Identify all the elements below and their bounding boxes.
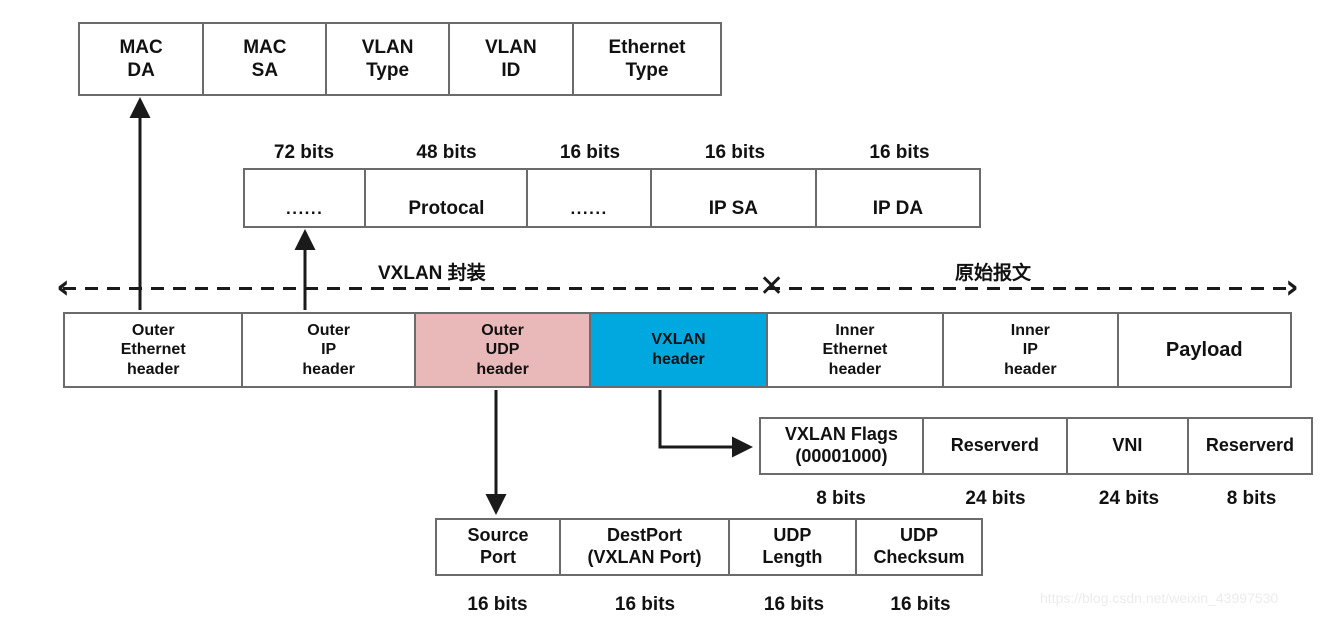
udp-checksum-line2: Checksum [873, 547, 965, 567]
vxlan-bits-label-4: 8 bits [1226, 488, 1277, 509]
ip-da-cell: IP DA [817, 170, 979, 226]
vlan-id-line1: VLAN [484, 36, 537, 58]
span-left-arrow-icon: ‹ [56, 267, 71, 307]
inner-ethernet-line2: Ethernet [822, 341, 888, 359]
udp-source-port-cell: Source Port [437, 520, 562, 574]
mac-sa-cell: MAC SA [204, 24, 328, 94]
vxlan-flags-cell: VXLAN Flags (00001000) [761, 419, 924, 473]
ip-field-1-cell: ...... [245, 170, 367, 226]
vlan-type-cell: VLAN Type [327, 24, 450, 94]
ethernet-type-cell: Ethernet Type [574, 24, 720, 94]
ip-header-row: ...... Protocal ...... IP SA IP DA [243, 168, 981, 228]
udp-length-line1: UDP [773, 525, 812, 546]
vlan-id-line2: ID [501, 60, 521, 81]
udp-dest-port-cell: DestPort (VXLAN Port) [561, 520, 730, 574]
packet-structure-row: Outer Ethernet header Outer IP header Ou… [63, 312, 1292, 388]
outer-ethernet-line2: Ethernet [120, 341, 186, 359]
outer-ip-line3: header [302, 360, 355, 378]
vxlan-flags-line1: VXLAN Flags [784, 424, 898, 445]
outer-udp-header-cell: Outer UDP header [415, 314, 592, 386]
mac-sa-line1: MAC [243, 36, 287, 58]
mac-sa-line2: SA [251, 60, 279, 81]
span-divider-x-icon: ✕ [759, 269, 785, 304]
ip-bits-label-3: 16 bits [559, 142, 621, 163]
mac-da-line2: DA [127, 60, 155, 81]
vxlan-reserved-1-cell: Reserverd [924, 419, 1068, 473]
udp-header-detail-row: Source Port DestPort (VXLAN Port) UDP Le… [435, 518, 983, 576]
outer-udp-line3: header [476, 360, 529, 378]
watermark-text: https://blog.csdn.net/weixin_43997530 [1040, 590, 1279, 606]
outer-ip-line2: IP [321, 341, 337, 359]
udp-checksum-cell: UDP Checksum [857, 520, 981, 574]
udp-dest-port-line2: (VXLAN Port) [587, 547, 702, 567]
span-right-arrow-icon: › [1285, 267, 1300, 307]
vlan-type-line2: Type [366, 60, 410, 81]
inner-ethernet-header-cell: Inner Ethernet header [767, 314, 945, 386]
ip-field-3-cell: ...... [528, 170, 652, 226]
vxlan-vni-cell: VNI [1068, 419, 1189, 473]
vxlan-bits-label-2: 24 bits [965, 488, 1026, 509]
mac-da-line1: MAC [119, 36, 163, 58]
vxlan-header-line1: VXLAN [651, 331, 706, 349]
payload-cell: Payload [1118, 314, 1290, 386]
udp-bits-label-2: 16 bits [614, 594, 676, 615]
mac-da-cell: MAC DA [80, 24, 205, 94]
inner-ethernet-line1: Inner [835, 321, 875, 339]
vxlan-bits-label-1: 8 bits [816, 488, 866, 509]
vlan-id-cell: VLAN ID [450, 24, 574, 94]
payload-label: Payload [1165, 338, 1243, 361]
udp-dest-port-line1: DestPort [606, 525, 682, 546]
udp-bits-label-4: 16 bits [890, 594, 951, 615]
inner-ip-line1: Inner [1010, 321, 1050, 339]
udp-length-cell: UDP Length [730, 520, 857, 574]
udp-bits-label-3: 16 bits [763, 594, 825, 615]
udp-bits-label-1: 16 bits [467, 594, 528, 615]
udp-source-port-line2: Port [480, 547, 517, 567]
ip-protocol-label: Protocal [408, 197, 485, 219]
inner-ethernet-line3: header [828, 360, 882, 378]
udp-checksum-line1: UDP [899, 525, 938, 546]
ip-bits-label-4: 16 bits [704, 142, 766, 163]
vxlan-reserved-2-label: Reserverd [1205, 435, 1294, 456]
ip-bits-label-5: 16 bits [869, 142, 930, 163]
outer-ethernet-line3: header [126, 360, 180, 378]
ethernet-type-line2: Type [625, 60, 669, 81]
ip-da-label: IP DA [872, 197, 924, 219]
outer-udp-line1: Outer [481, 321, 524, 339]
ip-bits-label-2: 48 bits [416, 142, 477, 163]
ip-sa-label: IP SA [708, 197, 758, 219]
outer-ethernet-line1: Outer [131, 321, 175, 339]
ip-protocol-cell: Protocal [366, 170, 529, 226]
span-dashed-line [63, 287, 1292, 290]
udp-source-port-line1: Source [467, 525, 529, 546]
original-packet-label: 原始报文 [955, 263, 1032, 284]
vxlan-bits-label-3: 24 bits [1098, 488, 1160, 509]
outer-ip-line1: Outer [307, 321, 350, 339]
vxlan-header-detail-row: VXLAN Flags (00001000) Reserverd VNI Res… [759, 417, 1313, 475]
udp-length-line2: Length [762, 547, 823, 567]
inner-ip-header-cell: Inner IP header [944, 314, 1119, 386]
outer-ethernet-header-cell: Outer Ethernet header [65, 314, 244, 386]
vxlan-flags-line2: (00001000) [795, 446, 888, 466]
vxlan-vni-label: VNI [1112, 435, 1143, 456]
ip-field-3-label: ...... [570, 199, 608, 219]
vxlan-packet-diagram: MAC DA MAC SA VLAN Type VLAN ID Ethernet… [0, 0, 1321, 622]
vxlan-header-line2: header [652, 351, 705, 368]
mac-header-row: MAC DA MAC SA VLAN Type VLAN ID Ethernet… [78, 22, 722, 96]
ip-field-1-label: ...... [286, 199, 324, 219]
outer-udp-line2: UDP [485, 341, 520, 359]
ip-sa-cell: IP SA [652, 170, 817, 226]
vxlan-reserved-2-cell: Reserverd [1189, 419, 1311, 473]
outer-ip-header-cell: Outer IP header [243, 314, 416, 386]
vxlan-header-cell: VXLAN header [591, 314, 768, 386]
inner-ip-line2: IP [1022, 341, 1038, 359]
vxlan-encapsulation-label: VXLAN 封装 [378, 263, 486, 284]
ethernet-type-line1: Ethernet [608, 36, 686, 58]
vlan-type-line1: VLAN [361, 36, 414, 58]
vxlan-reserved-1-label: Reserverd [950, 435, 1039, 456]
vxlan-header-connector-arrow [658, 390, 753, 458]
ip-bits-label-1: 72 bits [273, 142, 335, 163]
inner-ip-line3: header [1004, 360, 1057, 378]
